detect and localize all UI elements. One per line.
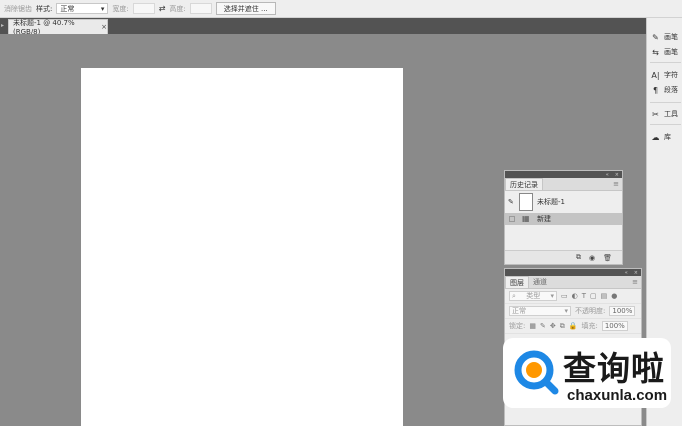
history-brush-icon[interactable]: ✎ — [508, 198, 514, 206]
blend-mode-value: 正常 — [512, 307, 526, 315]
magnifier-logo-icon — [514, 350, 559, 395]
style-label: 样式: — [36, 4, 53, 13]
new-document-from-state-icon[interactable]: ⧉ — [576, 253, 581, 262]
select-and-mask-button[interactable]: 选择并遮住 ... — [215, 2, 276, 15]
search-icon: ⌕ — [512, 291, 516, 300]
brush-icon: ✎ — [652, 32, 659, 42]
lock-artboard-icon[interactable]: ⧉ — [560, 322, 565, 331]
close-panel-icon[interactable]: × — [615, 172, 619, 178]
character-icon: A| — [651, 70, 660, 80]
lock-transparent-icon[interactable]: ▦ — [529, 322, 536, 330]
dock-paragraph[interactable]: ¶ 段落 — [651, 85, 682, 95]
chevron-down-icon: ▾ — [100, 4, 105, 13]
close-icon[interactable]: × — [101, 23, 107, 31]
library-icon: ☁ — [651, 132, 660, 142]
history-panel: « × 历史记录 ≡ ✎ 未标题-1 ▦ 新建 ⧉ ◉ 🗑 — [504, 170, 623, 265]
document-tab[interactable]: 未标题-1 @ 40.7%(RGB/8) × — [8, 19, 108, 36]
lock-position-icon[interactable]: ✥ — [550, 322, 556, 330]
dock-library[interactable]: ☁ 库 — [651, 132, 682, 142]
adjustment-filter-icon[interactable]: ◐ — [572, 292, 578, 300]
smart-object-filter-icon[interactable]: ▤ — [601, 292, 608, 300]
height-field[interactable] — [189, 3, 212, 14]
tab-channels[interactable]: 通道 — [529, 276, 551, 288]
layer-filter-value: 类型 — [526, 292, 541, 300]
layers-panel-header[interactable]: « × — [505, 269, 641, 276]
watermark: 查询啦 chaxunla.com — [503, 338, 671, 408]
tools-icon: ✂ — [652, 109, 659, 119]
panel-menu-icon[interactable]: ≡ — [632, 278, 638, 286]
filter-toggle-icon[interactable]: ● — [611, 292, 617, 300]
opacity-field[interactable]: 100% — [609, 306, 636, 316]
lock-pixels-icon[interactable]: ✎ — [540, 322, 546, 330]
brush-settings-icon: ⇆ — [652, 47, 659, 57]
snapshot-label: 未标题-1 — [537, 198, 565, 206]
history-state-row[interactable]: ▦ 新建 — [505, 213, 622, 225]
collapse-icon[interactable]: « — [606, 172, 609, 178]
document-canvas[interactable] — [81, 68, 403, 426]
width-field[interactable] — [132, 3, 155, 14]
fill-value: 100% — [604, 322, 625, 330]
opacity-value: 100% — [612, 307, 633, 315]
style-value: 正常 — [60, 4, 75, 13]
tab-scroll-icon[interactable]: ▸ — [1, 22, 4, 29]
fill-field[interactable]: 100% — [601, 321, 628, 331]
tab-history[interactable]: 历史记录 — [505, 178, 543, 190]
snapshot-thumbnail — [519, 193, 533, 211]
shape-filter-icon[interactable]: ▢ — [590, 292, 597, 300]
lock-all-icon[interactable]: 🔒 — [569, 322, 578, 330]
type-filter-icon[interactable]: T — [582, 292, 586, 300]
anti-alias-label: 消除锯齿 — [4, 4, 32, 13]
dock-divider — [650, 124, 681, 125]
dock-brush[interactable]: ✎ 画笔 — [651, 32, 682, 42]
watermark-text: 查询啦 — [563, 349, 665, 388]
width-label: 宽度: — [112, 4, 129, 13]
layers-tabs: 图层 通道 ≡ — [505, 276, 641, 289]
layer-filter-select[interactable]: ⌕ 类型 ▾ — [509, 291, 557, 301]
watermark-url: chaxunla.com — [567, 387, 668, 404]
dock-tools-label: 工具 — [664, 110, 678, 118]
image-filter-icon[interactable]: ▭ — [561, 292, 568, 300]
blend-mode-select[interactable]: 正常 ▾ — [509, 306, 571, 316]
lock-row: 锁定: ▦ ✎ ✥ ⧉ 🔒 填充: 100% — [505, 319, 641, 334]
chevron-down-icon: ▾ — [564, 307, 568, 315]
dock-brush-label: 画笔 — [664, 33, 678, 41]
height-label: 高度: — [169, 4, 186, 13]
camera-icon[interactable]: ◉ — [589, 254, 595, 262]
dock-character[interactable]: A| 字符 — [651, 70, 682, 80]
dock-brush-settings-label: 画笔 — [664, 48, 678, 56]
document-icon: ▦ — [522, 214, 530, 223]
layer-filter-row: ⌕ 类型 ▾ ▭ ◐ T ▢ ▤ ● — [505, 289, 641, 304]
style-select[interactable]: 正常 ▾ — [56, 3, 109, 14]
fill-label: 填充: — [581, 322, 598, 330]
history-panel-header[interactable]: « × — [505, 171, 622, 178]
trash-icon[interactable]: 🗑 — [603, 254, 612, 262]
blend-row: 正常 ▾ 不透明度: 100% — [505, 304, 641, 319]
history-footer: ⧉ ◉ 🗑 — [505, 250, 622, 264]
swap-icon[interactable]: ⇄ — [159, 4, 166, 13]
history-tabs: 历史记录 ≡ — [505, 178, 622, 191]
lock-label: 锁定: — [509, 322, 526, 330]
options-bar: 消除锯齿 样式: 正常 ▾ 宽度: ⇄ 高度: 选择并遮住 ... — [0, 0, 682, 18]
dock-brush-settings[interactable]: ⇆ 画笔 — [651, 47, 682, 57]
chevron-down-icon: ▾ — [550, 292, 554, 300]
paragraph-icon: ¶ — [652, 85, 659, 95]
history-source-checkbox[interactable] — [509, 216, 515, 222]
tab-layers[interactable]: 图层 — [505, 276, 529, 288]
close-panel-icon[interactable]: × — [634, 270, 638, 276]
dock-library-label: 库 — [664, 133, 671, 141]
dock-character-label: 字符 — [664, 71, 678, 79]
opacity-label: 不透明度: — [575, 307, 606, 315]
history-snapshot-row[interactable]: ✎ 未标题-1 — [505, 191, 622, 213]
document-tab-bar: ▸ 未标题-1 @ 40.7%(RGB/8) × — [0, 18, 648, 36]
collapse-icon[interactable]: « — [625, 270, 628, 276]
panel-menu-icon[interactable]: ≡ — [613, 180, 619, 188]
dock-divider — [650, 62, 681, 63]
dock-tools[interactable]: ✂ 工具 — [651, 109, 682, 119]
dock-paragraph-label: 段落 — [664, 86, 678, 94]
history-state-label: 新建 — [537, 215, 551, 223]
dock-divider — [650, 102, 681, 103]
